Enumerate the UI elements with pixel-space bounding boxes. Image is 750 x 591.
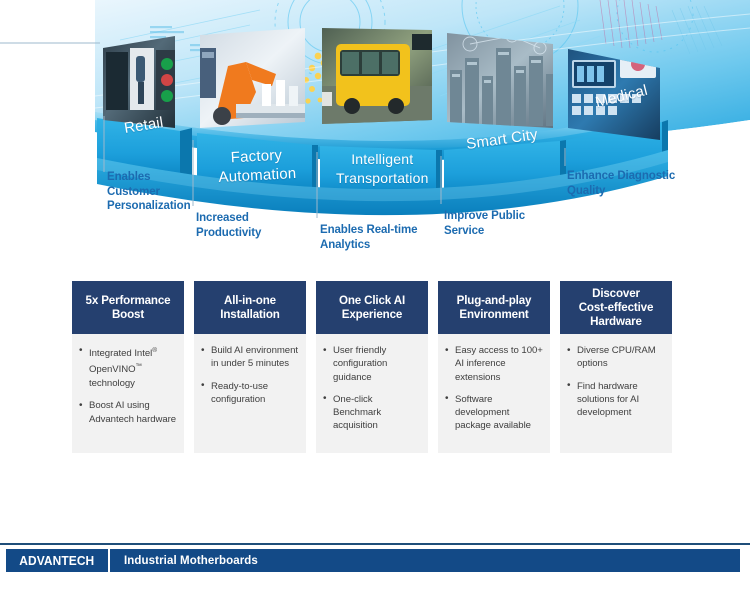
caption-enables-real-time-analytics: Enables Real-time Analytics <box>320 223 417 252</box>
card-bullet-list: Integrated Intel® OpenVINO™ technology B… <box>78 343 177 426</box>
card-header: Plug-and-play Environment <box>438 281 550 334</box>
card-body: User friendly configuration guidance One… <box>316 334 428 453</box>
card-bullet-list: Build AI environment in under 5 minutes … <box>200 344 299 406</box>
card-title-line: Cost-effective <box>578 300 654 314</box>
card-body: Easy access to 100+ AI inference extensi… <box>438 334 550 453</box>
card-title-line: Hardware <box>590 314 642 328</box>
footer-bar: ADVANTECH Industrial Motherboards <box>6 549 740 572</box>
card-title-line: Environment <box>459 307 529 321</box>
card-body: Build AI environment in under 5 minutes … <box>194 334 306 453</box>
caption-line: Increased <box>196 212 249 224</box>
ribbon-label-line-2: Automation <box>218 164 297 187</box>
card-bullet-list: Diverse CPU/RAM options Find hardware so… <box>566 344 665 419</box>
card-body: Diverse CPU/RAM options Find hardware so… <box>560 334 672 453</box>
footer-title: Industrial Motherboards <box>124 554 258 567</box>
feature-card-5x-performance-boost[interactable]: 5x Performance Boost Integrated Intel® O… <box>72 281 184 453</box>
card-bullet: User friendly configuration guidance <box>322 344 421 384</box>
caption-enhance-diagnostic-quality: Enhance Diagnostic Quality <box>567 169 675 198</box>
bullet-text-part: technology <box>89 377 135 389</box>
card-bullet-list: Easy access to 100+ AI inference extensi… <box>444 344 543 433</box>
caption-increased-productivity: Increased Productivity <box>196 211 261 240</box>
card-body: Integrated Intel® OpenVINO™ technology B… <box>72 334 184 453</box>
caption-line: Quality <box>567 184 606 197</box>
caption-line: Service <box>444 224 485 237</box>
caption-enables-customer-personalization: Enables Customer Personalization <box>107 170 191 214</box>
caption-line: Improve Public <box>444 210 526 222</box>
feature-card-row: 5x Performance Boost Integrated Intel® O… <box>72 281 680 453</box>
feature-card-plug-and-play-environment[interactable]: Plug-and-play Environment Easy access to… <box>438 281 550 453</box>
card-title-line: One Click AI <box>338 293 406 307</box>
ribbon-label-intelligent-transportation: Intelligent Transportation <box>336 150 429 188</box>
card-title-line: 5x Performance <box>85 293 171 307</box>
advantech-logo: ADVANTECH <box>6 549 110 572</box>
card-title-line: Discover <box>592 286 640 300</box>
caption-line: Analytics <box>320 238 371 251</box>
card-bullet: Build AI environment in under 5 minutes <box>200 344 299 371</box>
card-title-line: All-in-one <box>224 293 276 307</box>
card-header: All-in-one Installation <box>194 281 306 334</box>
card-bullet: Diverse CPU/RAM options <box>566 344 665 371</box>
hero-banner: Retail Factory Automation Factory Automa… <box>0 0 750 262</box>
feature-card-all-in-one-installation[interactable]: All-in-one Installation Build AI environ… <box>194 281 306 453</box>
card-bullet: Ready-to-use configuration <box>200 379 299 407</box>
caption-line: Enhance Diagnostic <box>567 170 676 182</box>
bullet-text-part: Integrated Intel <box>89 348 153 360</box>
ribbon-label-line-2: Transportation <box>336 170 429 186</box>
card-bullet: Easy access to 100+ AI inference extensi… <box>444 344 543 384</box>
feature-card-discover-cost-effective-hardware[interactable]: Discover Cost-effective Hardware Diverse… <box>560 281 672 453</box>
card-bullet: Integrated Intel® OpenVINO™ technology <box>78 343 177 390</box>
caption-improve-public-service: Improve Public Service <box>444 209 525 238</box>
card-title-line: Experience <box>341 307 403 321</box>
card-header: One Click AI Experience <box>316 281 428 334</box>
card-bullet: One-click Benchmark acquisition <box>322 392 421 433</box>
card-bullet-list: User friendly configuration guidance One… <box>322 344 421 433</box>
ribbon-label-line-1: Intelligent <box>351 151 414 167</box>
caption-line: Customer <box>107 185 160 198</box>
registered-trademark-icon: ® <box>152 347 157 354</box>
feature-card-one-click-ai-experience[interactable]: One Click AI Experience User friendly co… <box>316 281 428 453</box>
card-bullet: Boost AI using Advantech hardware <box>78 399 177 426</box>
card-bullet: Software development package available <box>444 392 543 433</box>
card-title-line: Installation <box>220 307 280 321</box>
trademark-icon: ™ <box>135 363 143 371</box>
card-header: Discover Cost-effective Hardware <box>560 281 672 334</box>
card-title-line: Boost <box>111 307 145 321</box>
bullet-text-part: OpenVINO <box>89 364 136 376</box>
footer-divider <box>0 543 750 545</box>
card-bullet: Find hardware solutions for AI developme… <box>566 379 665 420</box>
caption-line: Enables <box>107 171 151 183</box>
card-title-line: Plug-and-play <box>456 293 532 307</box>
ribbon-label-line-1: Factory <box>230 146 283 167</box>
caption-line: Personalization <box>107 200 191 212</box>
card-header: 5x Performance Boost <box>72 281 184 334</box>
caption-line: Enables Real-time <box>320 224 418 236</box>
advantech-logo-text: ADVANTECH <box>19 553 95 568</box>
caption-line: Productivity <box>196 226 262 239</box>
ribbon-label-factory-automation: Factory Automation Factory Automation <box>217 145 297 187</box>
